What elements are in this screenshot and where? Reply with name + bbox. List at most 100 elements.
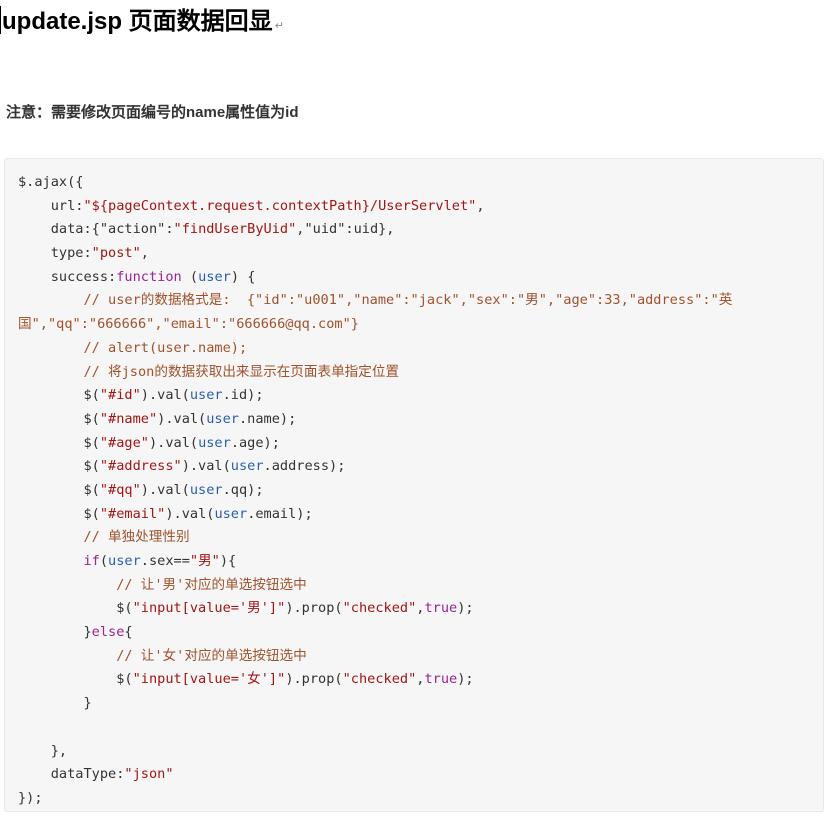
code-token: $( — [18, 600, 133, 617]
code-token: $( — [18, 671, 133, 688]
code-line: }else{ — [18, 621, 823, 645]
code-line: $("#id").val(user.id); — [18, 384, 823, 408]
note-text: 注意：需要修改页面编号的name属性值为id — [6, 104, 299, 121]
code-token: }, — [18, 742, 68, 759]
code-token: .sex== — [140, 553, 190, 569]
text-cursor — [0, 6, 1, 34]
code-token: , — [140, 245, 149, 262]
code-token: "checked" — [342, 600, 417, 617]
code-token: } — [18, 695, 92, 712]
heading-text: update.jsp 页面数据回显 — [2, 8, 273, 35]
code-token: , — [476, 197, 485, 214]
code-token: ).val( — [148, 434, 199, 451]
code-token: user — [214, 505, 248, 522]
code-token: type: — [18, 245, 92, 262]
code-token: "#id" — [99, 387, 141, 404]
code-line: } — [18, 692, 823, 716]
code-token: .id); — [222, 387, 264, 404]
code-token: "input[value='男']" — [132, 600, 286, 617]
code-line: // alert(user.name); — [18, 337, 823, 361]
code-token: .email); — [247, 505, 313, 522]
code-token: "#age" — [99, 434, 149, 451]
code-token: $( — [18, 387, 100, 404]
code-token: success: — [18, 268, 117, 285]
code-token: ){ — [219, 553, 237, 569]
code-token: // 让'男'对应的单选按钮选中 — [18, 576, 307, 593]
code-line: url:"${pageContext.request.contextPath}/… — [18, 195, 823, 219]
document-heading: update.jsp 页面数据回显 ↵ — [0, 2, 284, 46]
code-token: user — [198, 434, 231, 451]
code-token: user — [230, 458, 264, 475]
code-token: "input[value='女']" — [132, 671, 286, 688]
code-line: // 单独处理性别 — [18, 526, 823, 550]
code-token: user — [198, 268, 231, 285]
code-token: if — [83, 553, 100, 569]
code-token: } — [18, 624, 92, 641]
code-token: $( — [18, 458, 100, 475]
code-line: // 将json的数据获取出来显示在页面表单指定位置 — [18, 361, 823, 385]
code-line: dataType:"json" — [18, 763, 823, 787]
code-token: ( — [181, 268, 199, 285]
code-token: ).prop( — [285, 600, 343, 617]
code-token: ); — [457, 671, 474, 688]
code-line: $("#email").val(user.email); — [18, 503, 823, 527]
code-line: }, — [18, 740, 823, 764]
code-token: : — [165, 221, 174, 238]
code-token: // 将json的数据获取出来显示在页面表单指定位置 — [18, 363, 400, 380]
code-token: ).prop( — [285, 671, 343, 688]
code-token: "json" — [124, 766, 174, 783]
code-token: true — [424, 600, 458, 617]
code-token: ).val( — [140, 387, 190, 404]
code-token: { — [124, 624, 133, 641]
code-line: // user的数据格式是: {"id":"u001","name":"jack… — [18, 289, 823, 313]
code-token: dataType: — [18, 766, 125, 783]
code-token: "uid" — [304, 221, 346, 238]
code-line: data:{"action":"findUserByUid","uid":uid… — [18, 218, 823, 242]
code-token: // 让'女'对应的单选按钮选中 — [18, 647, 307, 664]
code-lines: $.ajax({ url:"${pageContext.request.cont… — [18, 171, 823, 811]
code-token: ).val( — [140, 481, 190, 498]
code-token: $.ajax({ — [18, 174, 84, 190]
code-token: :uid}, — [345, 221, 395, 238]
code-block: $.ajax({ url:"${pageContext.request.cont… — [4, 158, 824, 812]
code-line: $("#age").val(user.age); — [18, 432, 823, 456]
code-token: "男" — [189, 553, 220, 569]
paragraph-mark-icon: ↵ — [274, 20, 284, 32]
code-line: type:"post", — [18, 242, 823, 266]
code-token: "${pageContext.request.contextPath}/User… — [83, 197, 477, 214]
code-token: "#address" — [99, 458, 182, 475]
code-line: $("input[value='女']").prop("checked",tru… — [18, 668, 823, 692]
code-token: "#name" — [99, 410, 158, 427]
code-token: "#qq" — [99, 481, 141, 498]
code-token: "post" — [91, 245, 141, 262]
code-line: $("#qq").val(user.qq); — [18, 479, 823, 503]
code-token: user — [189, 481, 223, 498]
code-token: function — [116, 268, 182, 285]
code-token: "action" — [99, 221, 166, 238]
code-token: "findUserByUid" — [173, 221, 297, 238]
code-line: // 让'男'对应的单选按钮选中 — [18, 574, 823, 598]
code-token: .address); — [263, 458, 346, 475]
code-token: $( — [18, 505, 100, 522]
code-token: $( — [18, 410, 100, 427]
code-token: 国","qq":"666666","email":"666666@qq.com"… — [18, 316, 359, 333]
code-token: ( — [99, 553, 109, 569]
code-line: $("#address").val(user.address); — [18, 455, 823, 479]
code-token: .age); — [230, 434, 280, 451]
code-line: success:function (user) { — [18, 266, 823, 290]
code-line: // 让'女'对应的单选按钮选中 — [18, 645, 823, 669]
code-token: "checked" — [342, 671, 417, 688]
code-token: $( — [18, 434, 100, 451]
code-line: $("#name").val(user.name); — [18, 408, 823, 432]
code-token: ) { — [230, 268, 256, 285]
code-token: user — [189, 387, 223, 404]
code-token: user — [206, 410, 239, 427]
code-token: true — [424, 671, 458, 688]
code-token: .qq); — [222, 481, 264, 498]
code-token: user — [108, 553, 141, 569]
code-token: ); — [457, 600, 474, 617]
code-token: ).val( — [165, 505, 215, 522]
code-token: }); — [18, 789, 43, 806]
